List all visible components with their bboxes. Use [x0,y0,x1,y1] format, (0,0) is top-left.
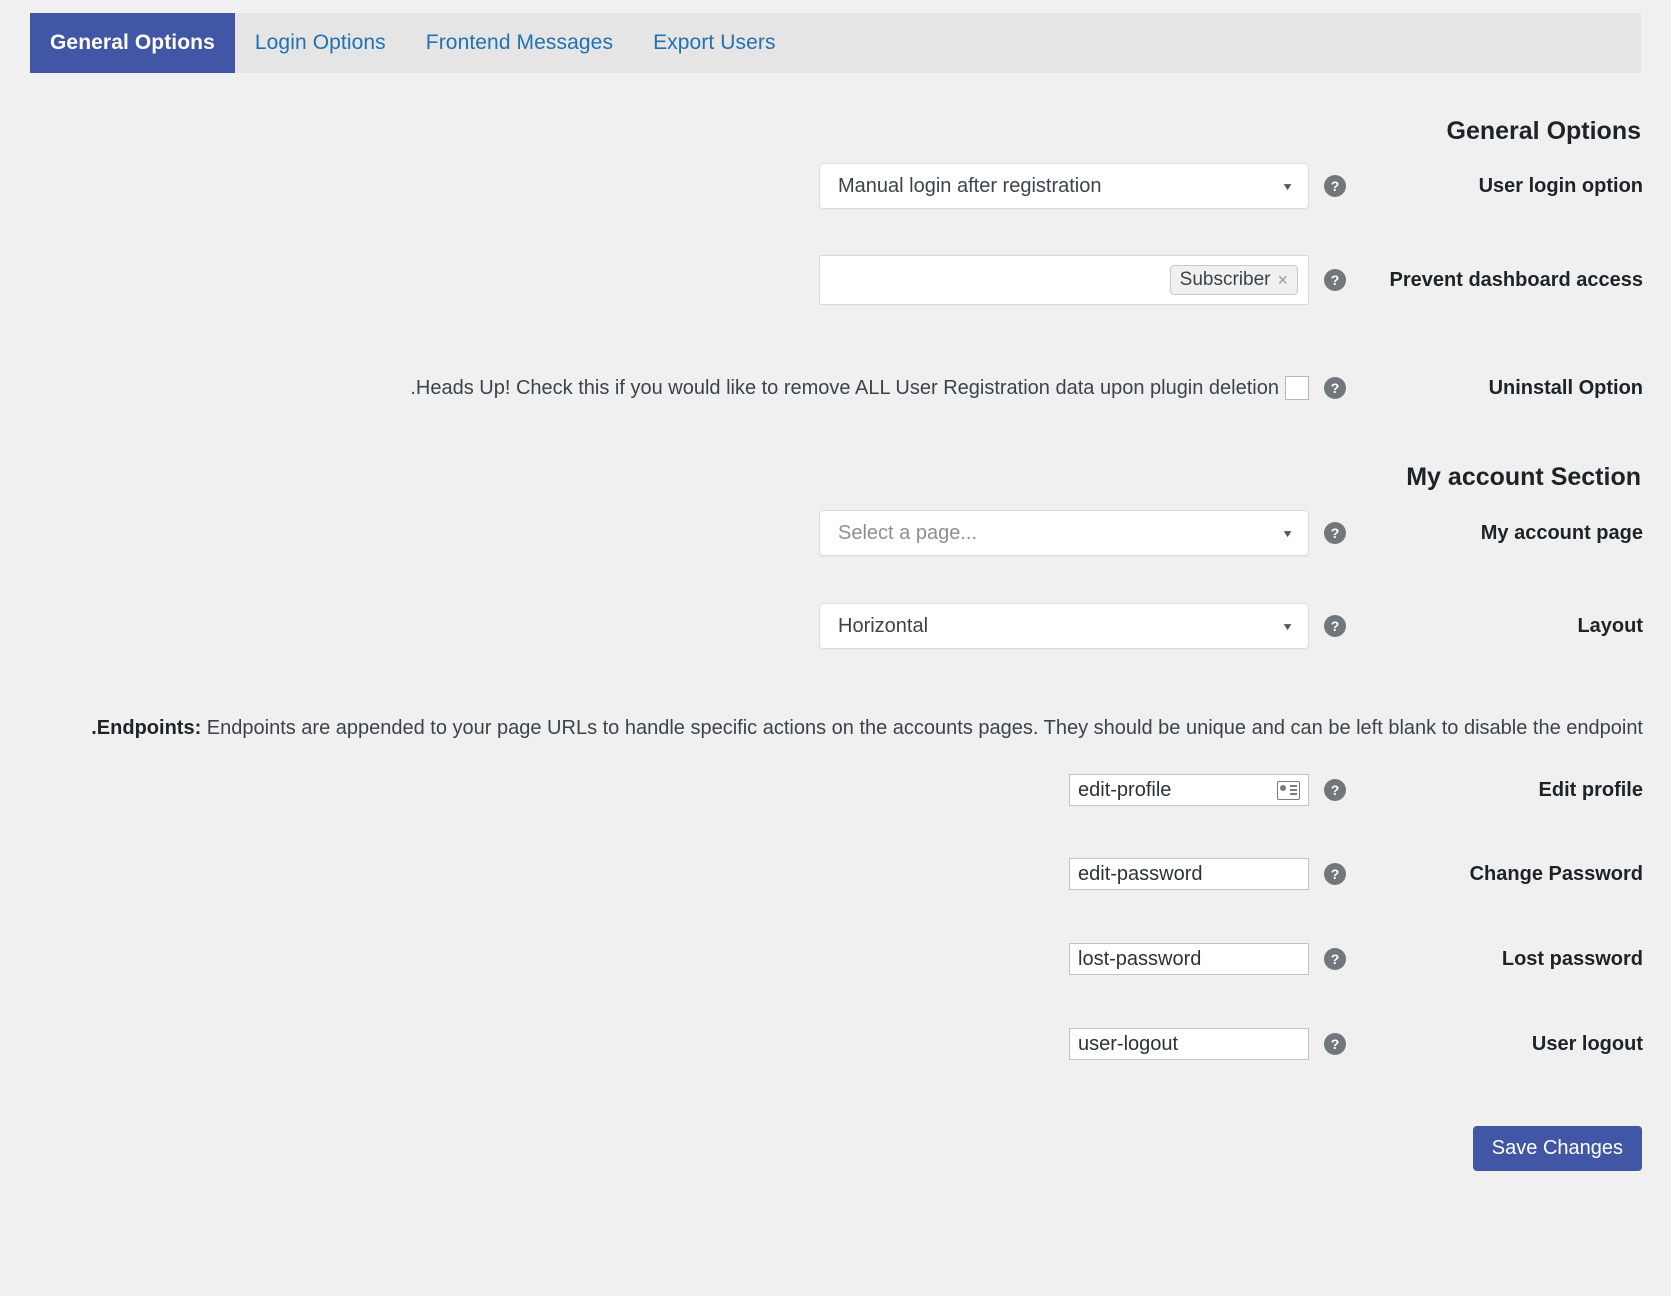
tag-input-prevent-dashboard-access[interactable]: Subscriber × [819,255,1309,305]
label-uninstall-option: Uninstall Option [1488,376,1643,399]
chevron-down-icon: ▼ [1281,527,1294,539]
label-uninstall-option-description: .Heads Up! Check this if you would like … [410,376,1279,399]
help-icon-user-logout[interactable]: ? [1324,1033,1346,1055]
field-prevent-dashboard-access: Subscriber × [819,255,1309,305]
field-lost-password: lost-password [1069,943,1309,975]
select-user-login-option[interactable]: ▼ Manual login after registration [819,163,1309,209]
help-icon-lost-password[interactable]: ? [1324,948,1346,970]
select-layout[interactable]: ▼ Horizontal [819,603,1309,649]
input-change-password-value: edit-password [1078,862,1203,885]
tag-chip-label: Subscriber [1179,269,1271,290]
field-my-account-page: ▼ ...Select a page [819,510,1309,556]
close-icon[interactable]: × [1277,270,1288,291]
help-icon-layout[interactable]: ? [1324,615,1346,637]
tag-chip-subscriber[interactable]: Subscriber × [1169,265,1298,295]
input-lost-password-value: lost-password [1078,947,1202,970]
input-change-password[interactable]: edit-password [1069,858,1309,890]
tab-general-options[interactable]: General Options [30,13,235,73]
chevron-down-icon: ▼ [1281,180,1294,192]
contact-card-icon [1277,780,1300,800]
checkbox-uninstall-option[interactable] [1285,376,1309,400]
tab-export-users[interactable]: Export Users [633,13,796,73]
section-heading-my-account: My account Section [1406,463,1641,491]
general-options-page: General Options User login option ? ▼ Ma… [0,73,1671,1296]
tab-login-options[interactable]: Login Options [235,13,406,73]
help-icon-my-account-page[interactable]: ? [1324,522,1346,544]
save-changes-button[interactable]: Save Changes [1472,1126,1642,1171]
label-edit-profile: Edit profile [1538,778,1643,801]
input-edit-profile-value: edit-profile [1078,778,1172,801]
select-layout-value: Horizontal [838,614,929,637]
select-my-account-page[interactable]: ▼ ...Select a page [819,510,1309,556]
select-user-login-option-value: Manual login after registration [838,174,1102,197]
label-prevent-dashboard-access: Prevent dashboard access [1389,268,1643,291]
endpoints-description-text: Endpoints are appended to your page URLs… [201,717,1643,739]
options-navbar: General Options Login Options Frontend M… [30,13,1641,73]
field-user-login-option: ▼ Manual login after registration [819,163,1309,209]
chevron-down-icon: ▼ [1281,620,1294,632]
help-icon-prevent-dashboard-access[interactable]: ? [1324,269,1346,291]
label-my-account-page: My account page [1480,521,1643,544]
label-lost-password: Lost password [1501,947,1643,970]
section-heading-general-options: General Options [1446,117,1641,145]
select-my-account-page-value: ...Select a page [838,521,977,544]
help-icon-change-password[interactable]: ? [1324,863,1346,885]
help-icon-user-login-option[interactable]: ? [1324,175,1346,197]
input-lost-password[interactable]: lost-password [1069,943,1309,975]
input-user-logout-value: user-logout [1078,1032,1179,1055]
label-change-password: Change Password [1469,862,1643,885]
field-layout: ▼ Horizontal [819,603,1309,649]
field-user-logout: user-logout [1069,1028,1309,1060]
input-user-logout[interactable]: user-logout [1069,1028,1309,1060]
field-change-password: edit-password [1069,858,1309,890]
input-edit-profile[interactable]: edit-profile [1069,774,1309,806]
label-user-login-option: User login option [1478,174,1643,197]
help-icon-edit-profile[interactable]: ? [1324,779,1346,801]
endpoints-description: .Endpoints: Endpoints are appended to yo… [28,717,1643,740]
tab-frontend-messages[interactable]: Frontend Messages [406,13,633,73]
field-edit-profile: edit-profile [1069,774,1309,806]
label-user-logout: User logout [1531,1032,1643,1055]
label-layout: Layout [1577,614,1643,637]
help-icon-uninstall-option[interactable]: ? [1324,377,1346,399]
endpoints-description-prefix: .Endpoints: [91,717,202,739]
